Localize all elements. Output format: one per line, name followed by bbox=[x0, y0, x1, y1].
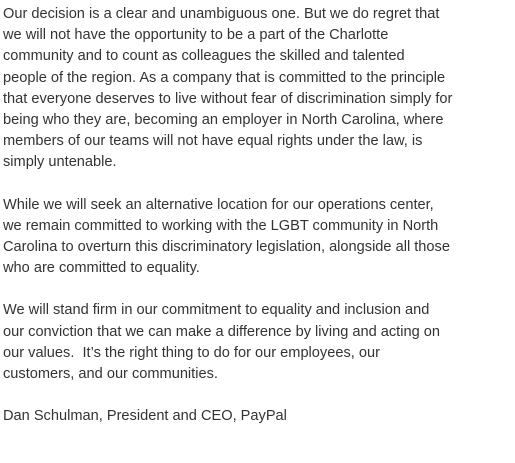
paragraph-line: simply untenable. bbox=[3, 154, 117, 171]
paragraph-line: customers, and our communities. bbox=[3, 366, 218, 383]
paragraph-line: Carolina to overturn this discriminatory… bbox=[3, 239, 450, 256]
paragraph-line: community and to count as colleagues the… bbox=[3, 48, 405, 65]
paragraph-line: While we will seek an alternative locati… bbox=[3, 196, 434, 213]
paragraph-line: We will stand firm in our commitment to … bbox=[3, 302, 430, 319]
paragraph-line: Our decision is a clear and unambiguous … bbox=[3, 6, 440, 22]
paragraph-line: our conviction that we can make a differ… bbox=[3, 323, 440, 340]
paragraph-3: We will stand firm in our commitment to … bbox=[3, 300, 515, 385]
paragraph-line: we will not have the opportunity to be a… bbox=[3, 27, 389, 44]
paragraph-1: Our decision is a clear and unambiguous … bbox=[3, 4, 515, 174]
paragraph-line: our values. It’s the right thing to do f… bbox=[3, 344, 380, 361]
paragraph-line: members of our teams will not have equal… bbox=[3, 133, 423, 150]
paragraph-line: being who they are, becoming an employer… bbox=[3, 112, 444, 129]
paragraph-line: we remain committed to working with the … bbox=[3, 217, 439, 234]
statement-document: Our decision is a clear and unambiguous … bbox=[0, 0, 515, 463]
paragraph-line: that everyone deserves to live without f… bbox=[3, 90, 453, 107]
paragraph-line: who are committed to equality. bbox=[3, 260, 200, 277]
signature-line: Dan Schulman, President and CEO, PayPal bbox=[3, 408, 287, 425]
paragraph-line: people of the region. As a company that … bbox=[3, 69, 446, 86]
paragraph-2: While we will seek an alternative locati… bbox=[3, 195, 515, 280]
